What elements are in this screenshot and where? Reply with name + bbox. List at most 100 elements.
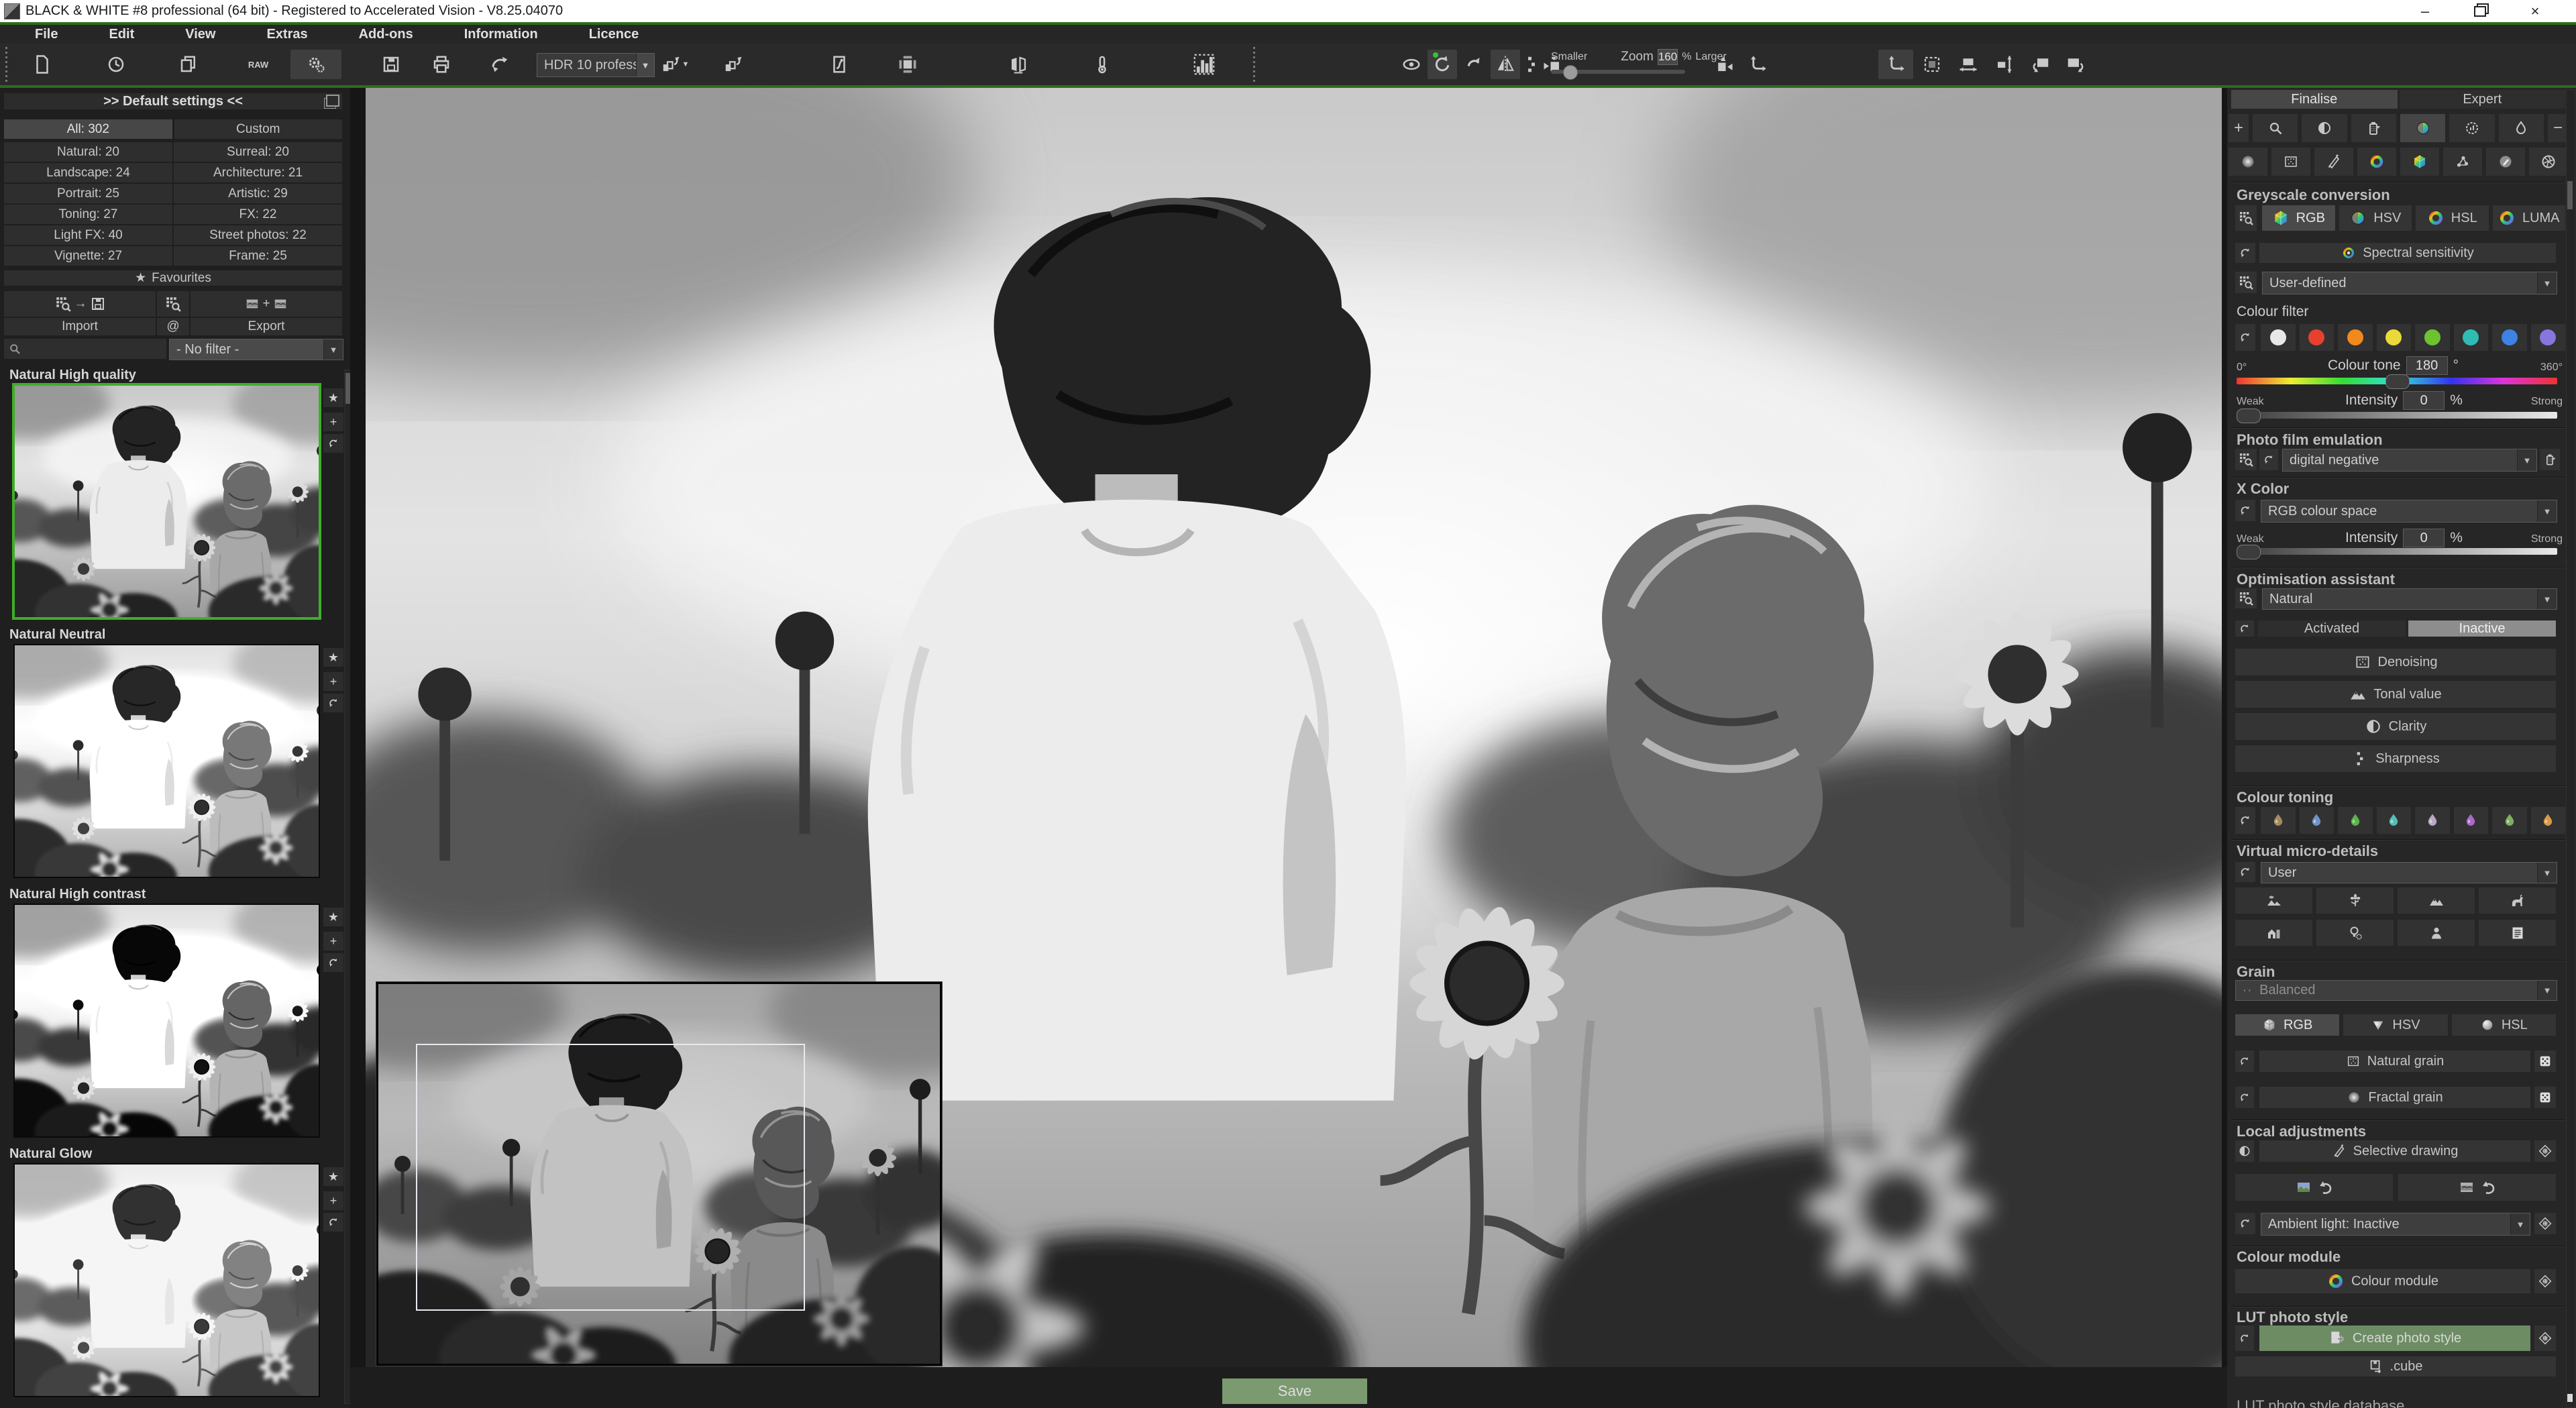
spectral-reset-button[interactable]: [2235, 243, 2255, 263]
category-architecture[interactable]: Architecture: 21: [174, 163, 342, 182]
natural-grain-dice-button[interactable]: [2534, 1050, 2556, 1072]
preset-thumbnail-natural-high-contrast[interactable]: [13, 904, 320, 1138]
exposure-check-button[interactable]: [1087, 50, 1118, 79]
minimize-button[interactable]: –: [2415, 3, 2435, 19]
optimisation-tool-button[interactable]: [2449, 114, 2494, 142]
micro-flower-button[interactable]: [2316, 887, 2394, 914]
filter-dot-violet[interactable]: [2531, 324, 2566, 351]
split-view-button[interactable]: [1521, 50, 1542, 79]
micro-dropdown[interactable]: User ▼: [2261, 862, 2557, 883]
history-button[interactable]: [101, 50, 131, 79]
grain-mode-hsv[interactable]: HSV: [2343, 1014, 2447, 1036]
tone-slider-thumb[interactable]: [2385, 374, 2410, 389]
ambient-reset-button[interactable]: [2235, 1213, 2255, 1234]
add-section-button[interactable]: +: [2229, 114, 2249, 142]
filter-dot-white[interactable]: [2261, 324, 2296, 351]
category-landscape[interactable]: Landscape: 24: [4, 163, 172, 182]
new-image-button[interactable]: [27, 50, 58, 79]
film-reset-button[interactable]: [2259, 449, 2278, 470]
xcolor-dropdown[interactable]: RGB colour space ▼: [2261, 500, 2557, 523]
settings-scrollbar[interactable]: [2566, 89, 2575, 1408]
reapply-preset-button[interactable]: [323, 694, 343, 712]
toning-silver-button[interactable]: [2415, 807, 2450, 834]
micro-document-button[interactable]: [2479, 920, 2556, 946]
assistant-dropdown[interactable]: Natural ▼: [2262, 588, 2557, 610]
magnifier-tool-button[interactable]: [2253, 114, 2298, 142]
retouch-tool-button[interactable]: [2486, 148, 2525, 176]
filter-dot-green[interactable]: [2415, 324, 2450, 351]
filter-dot-cyan[interactable]: [2454, 324, 2489, 351]
xcolor-reset-button[interactable]: [2235, 500, 2255, 521]
lut-tool-button[interactable]: [2400, 148, 2439, 176]
aperture-tool-button[interactable]: [2529, 148, 2568, 176]
favourite-star-button[interactable]: ★: [323, 908, 343, 926]
intensity-slider[interactable]: [2237, 412, 2557, 419]
default-settings-header[interactable]: >> Default settings <<: [4, 93, 342, 109]
favourite-star-button[interactable]: ★: [323, 648, 343, 667]
category-streetphotos[interactable]: Street photos: 22: [174, 225, 342, 245]
lut-reset-button[interactable]: [2235, 1325, 2254, 1351]
reapply-preset-button[interactable]: [323, 434, 343, 453]
xcolor-intensity-slider[interactable]: [2237, 548, 2557, 555]
toning-purple-button[interactable]: [2454, 807, 2489, 834]
save-button[interactable]: Save: [1222, 1378, 1367, 1404]
export-button[interactable]: [484, 50, 515, 79]
image-curve-button[interactable]: [824, 50, 855, 79]
colour-filter-reset-button[interactable]: [2235, 324, 2255, 351]
filter-dot-yellow[interactable]: [2377, 324, 2412, 351]
category-surreal[interactable]: Surreal: 20: [174, 142, 342, 162]
reapply-preset-button[interactable]: [323, 953, 343, 972]
preset-engine-dropdown[interactable]: HDR 10 professional ▼: [537, 53, 655, 77]
film-tool-button[interactable]: [2351, 114, 2396, 142]
add-preset-button[interactable]: +: [323, 413, 343, 431]
toning-blue-button[interactable]: [2300, 807, 2334, 834]
category-fx[interactable]: FX: 22: [174, 205, 342, 224]
micro-lowlight-button[interactable]: [2316, 920, 2394, 946]
selective-contrast-button[interactable]: [2235, 1140, 2254, 1162]
restore-button[interactable]: [2470, 3, 2490, 19]
fractal-grain-button[interactable]: Fractal grain: [2259, 1087, 2530, 1108]
preset-filter-dropdown[interactable]: - No filter - ▼: [169, 339, 343, 360]
vignette-tool-button[interactable]: [2229, 148, 2267, 176]
post-processing-button[interactable]: [290, 50, 341, 79]
assistant-browser-button[interactable]: [2235, 588, 2257, 608]
menu-licence[interactable]: Licence: [589, 27, 639, 42]
toning-moss-button[interactable]: [2492, 807, 2527, 834]
colour-module-open-button[interactable]: [2534, 1269, 2556, 1293]
fractal-grain-reset-button[interactable]: [2235, 1087, 2254, 1108]
tab-expert[interactable]: Expert: [2400, 90, 2566, 109]
micro-mountain-button[interactable]: [2398, 887, 2475, 914]
resize-width-button[interactable]: [1953, 50, 1983, 79]
favourite-star-button[interactable]: ★: [323, 1167, 343, 1186]
category-lightfx[interactable]: Light FX: 40: [4, 225, 172, 245]
image-canvas[interactable]: Save: [350, 88, 2227, 1408]
scrollbar-thumb[interactable]: [2567, 181, 2573, 209]
favourites-button[interactable]: ★ Favourites: [4, 270, 342, 286]
navigator-view-rect[interactable]: [416, 1044, 805, 1311]
menu-information[interactable]: Information: [464, 27, 538, 42]
assistant-reset-button[interactable]: [2235, 620, 2254, 637]
ambient-light-dropdown[interactable]: Ambient light: Inactive ▼: [2261, 1213, 2530, 1236]
menu-addons[interactable]: Add-ons: [359, 27, 413, 42]
spectral-sensitivity-button[interactable]: Spectral sensitivity: [2259, 243, 2556, 263]
selection-button[interactable]: [1917, 50, 1947, 79]
category-toning[interactable]: Toning: 27: [4, 205, 172, 224]
greyscale-mode-hsl[interactable]: HSL: [2416, 205, 2489, 231]
intensity-slider-thumb[interactable]: [2237, 409, 2261, 423]
category-frame[interactable]: Frame: 25: [174, 246, 342, 266]
category-natural[interactable]: Natural: 20: [4, 142, 172, 162]
lut-open-button[interactable]: [2534, 1325, 2556, 1351]
navigator-panel[interactable]: [376, 982, 942, 1366]
undock-icon[interactable]: [326, 95, 339, 107]
preset-search-input[interactable]: [4, 339, 166, 359]
nodes-tool-button[interactable]: [2443, 148, 2482, 176]
filter-dot-red[interactable]: [2300, 324, 2334, 351]
tab-custom-presets[interactable]: Custom: [174, 119, 343, 139]
tab-all-presets[interactable]: All: 302: [4, 119, 172, 139]
film-export-button[interactable]: [2540, 449, 2560, 470]
micro-portrait-button[interactable]: [2398, 920, 2475, 946]
workflow-button[interactable]: ▼: [659, 50, 690, 79]
create-photo-style-button[interactable]: Create photo style: [2259, 1325, 2530, 1351]
toning-sepia-button[interactable]: [2261, 807, 2296, 834]
greyscale-preset-browser-button[interactable]: [2235, 205, 2257, 231]
